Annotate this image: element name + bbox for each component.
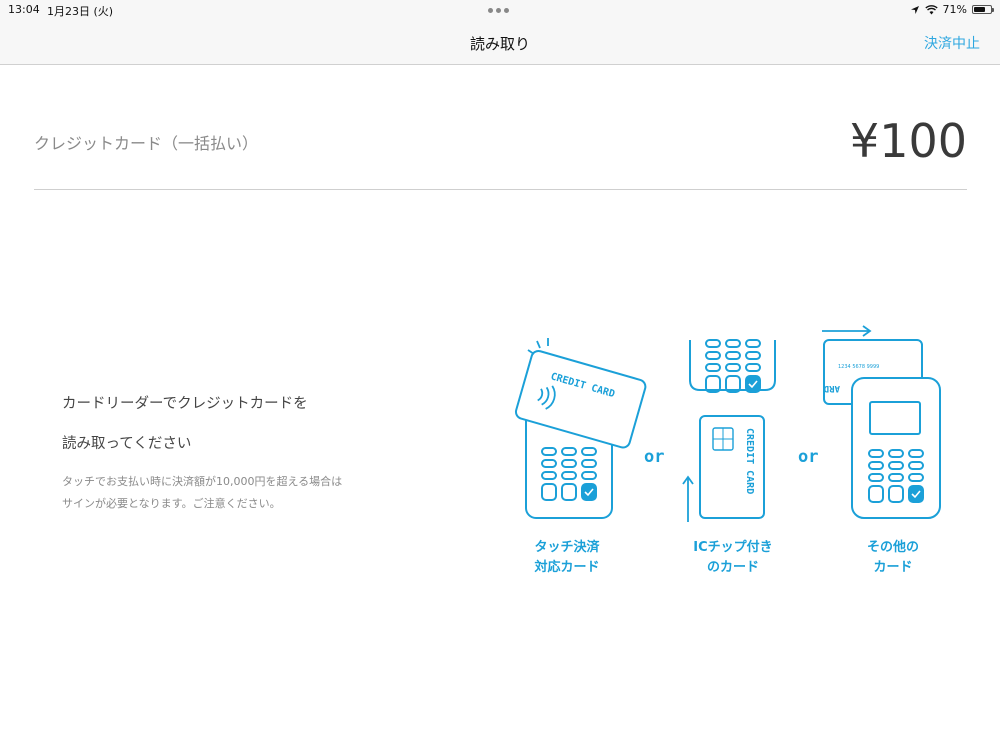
caption-ic-chip: ICチップ付き のカード — [680, 538, 786, 578]
multitasking-dots-icon[interactable] — [488, 8, 509, 13]
wifi-icon — [924, 4, 938, 14]
caption-chip-line-2: のカード — [706, 560, 759, 575]
payment-method: クレジットカード（一括払い） — [34, 134, 259, 153]
status-indicators: 71% — [910, 3, 994, 16]
status-date: 1月23日 (火) — [47, 5, 114, 18]
caption-other-card: その他の カード — [848, 538, 938, 578]
note-line-1: タッチでお支払い時に決済額が10,000円を超える場合は — [62, 475, 343, 488]
instruction-line-2: 読み取ってください — [62, 436, 192, 452]
insert-arrow-icon — [682, 475, 694, 522]
reader-instruction: カードリーダーでクレジットカードを 読み取ってください — [62, 384, 308, 464]
caption-touch-payment: タッチ決済 対応カード — [522, 538, 612, 578]
caption-touch-line-1: タッチ決済 — [534, 540, 600, 555]
caption-other-line-2: カード — [873, 560, 913, 575]
navigation-bar: 読み取り 決済中止 — [0, 20, 1000, 65]
or-label-2: or — [798, 447, 818, 467]
swipe-card-label-text: ARD — [823, 383, 840, 393]
signature-note: タッチでお支払い時に決済額が10,000円を超える場合は サインが必要となります… — [62, 471, 342, 515]
caption-chip-line-1: ICチップ付き — [693, 540, 773, 555]
location-icon — [910, 5, 919, 14]
note-line-2: サインが必要となります。ご注意ください。 — [62, 497, 281, 510]
chip-card-icon: CREDIT CARD — [699, 415, 765, 519]
payment-summary: クレジットカード（一括払い） ¥100 — [34, 110, 967, 190]
chip-card-label-text: CREDIT CARD — [744, 428, 755, 494]
swipe-reader-icon — [851, 377, 941, 519]
caption-touch-line-2: 対応カード — [534, 560, 600, 575]
battery-icon — [972, 5, 994, 14]
page-title: 読み取り — [469, 35, 530, 53]
chip-reader-icon — [689, 339, 776, 393]
caption-other-line-1: その他の — [866, 540, 919, 555]
instruction-line-1: カードリーダーでクレジットカードを — [62, 396, 308, 412]
payment-amount: ¥100 — [849, 114, 967, 168]
status-time: 13:04 — [8, 3, 40, 16]
swipe-arrow-icon — [822, 325, 872, 337]
card-number-text: 1234 5678 9999 — [838, 364, 879, 370]
cancel-payment-button[interactable]: 決済中止 — [924, 33, 980, 53]
or-label-1: or — [644, 447, 664, 467]
battery-percent: 71% — [942, 3, 967, 16]
card-reader-illustration: CREDIT CARD or CREDIT CARD or 1234 5678 … — [510, 320, 960, 590]
status-bar: 13:04 1月23日 (火) 71% — [0, 0, 1000, 20]
